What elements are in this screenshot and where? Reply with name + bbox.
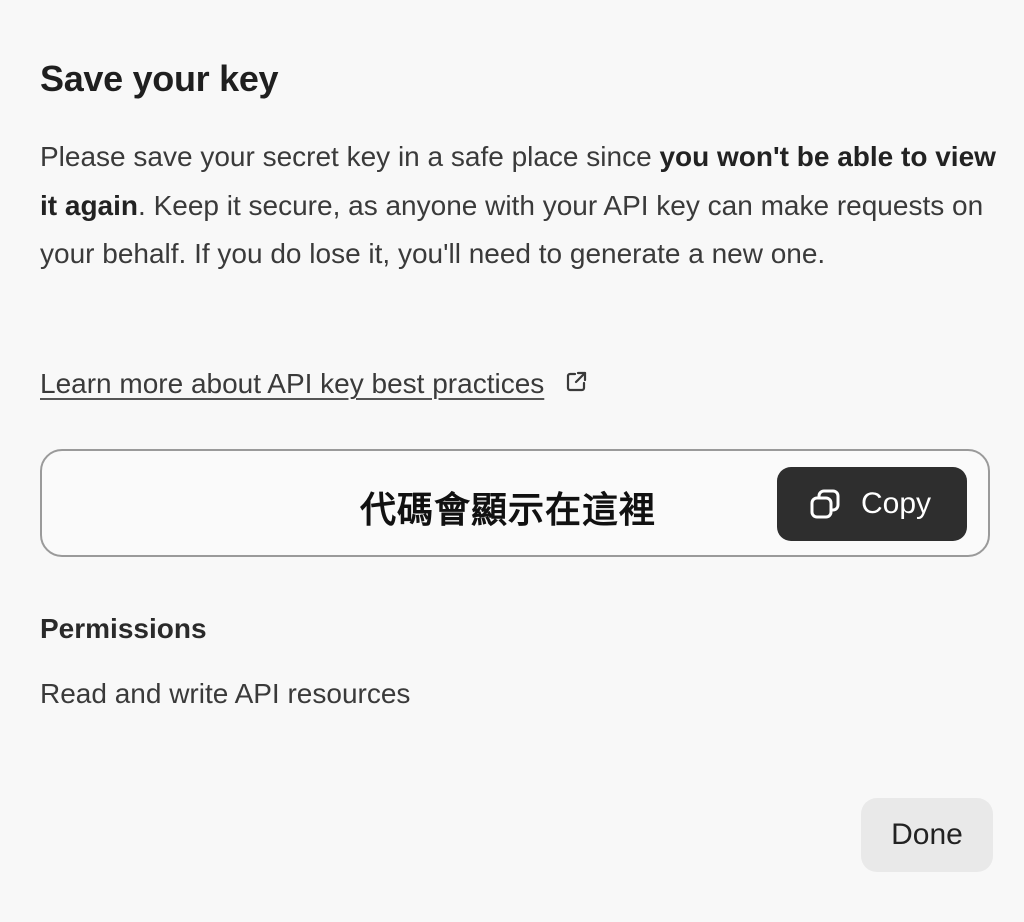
save-key-dialog: Save your key Please save your secret ke…: [0, 0, 1024, 922]
secret-key-value: 代碼會顯示在這裡: [360, 489, 657, 530]
copy-button-label: Copy: [861, 487, 932, 520]
external-link-icon: [564, 369, 588, 393]
done-button[interactable]: Done: [861, 798, 993, 872]
learn-more-link[interactable]: Learn more about API key best practices: [40, 368, 588, 400]
description-text: Please save your secret key in a safe pl…: [40, 141, 660, 172]
secret-key-field[interactable]: 代碼會顯示在這裡 Copy: [40, 449, 990, 557]
dialog-description: Please save your secret key in a safe pl…: [40, 133, 1000, 279]
dialog-title: Save your key: [40, 58, 279, 99]
learn-more-link-label: Learn more about API key best practices: [40, 368, 545, 399]
copy-icon: [807, 486, 843, 522]
description-text-continued: . Keep it secure, as anyone with your AP…: [40, 189, 984, 270]
permissions-value: Read and write API resources: [40, 678, 411, 709]
permissions-heading: Permissions: [40, 613, 207, 644]
copy-button[interactable]: Copy: [777, 467, 967, 541]
